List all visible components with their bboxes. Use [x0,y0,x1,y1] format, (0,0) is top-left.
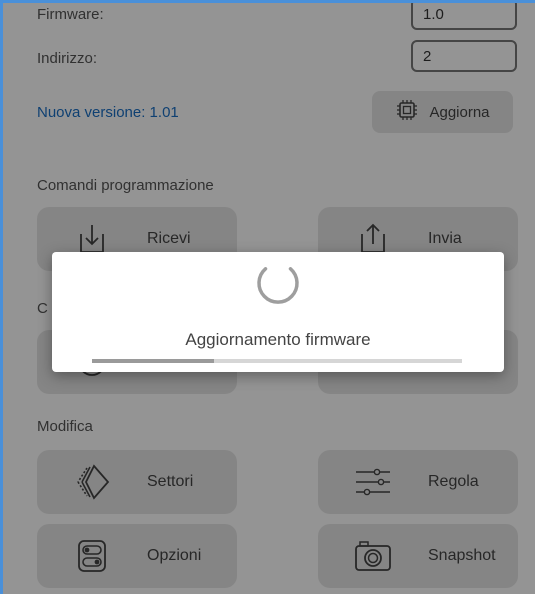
progress-bar-fill [92,359,215,363]
window-frame-left [0,0,3,594]
loading-spinner-icon [254,260,302,313]
firmware-update-dialog: Aggiornamento firmware [52,252,504,372]
dialog-message: Aggiornamento firmware [185,330,371,349]
window-frame-top [0,0,535,3]
progress-bar [92,359,462,363]
